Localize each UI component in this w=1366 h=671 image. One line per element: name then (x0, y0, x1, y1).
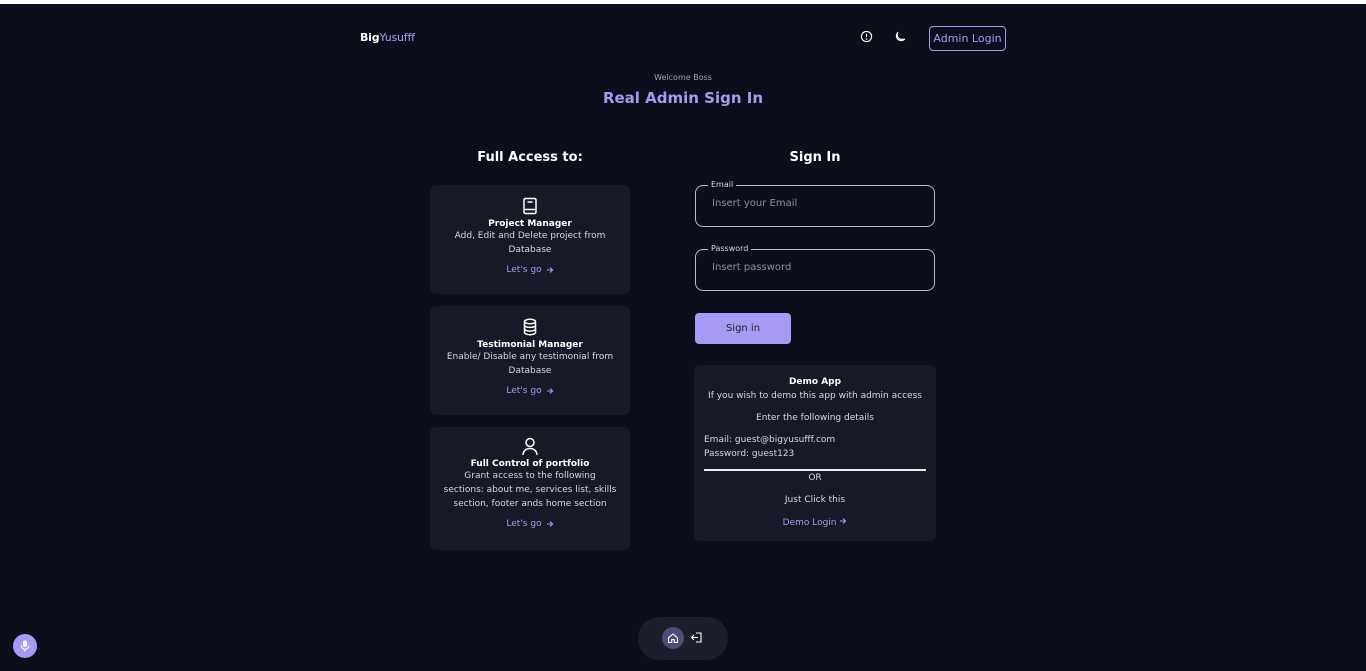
card-description-line: Add, Edit and Delete project from (454, 231, 606, 241)
user-icon (522, 437, 538, 456)
lets-go-link[interactable]: Let's go (506, 265, 553, 275)
card-description-line: sections: about me, services list, skill… (443, 485, 617, 495)
password-label: Password (708, 244, 752, 253)
just-click-text: Just Click this (784, 495, 846, 505)
card-title: Full Control of portfolio (470, 459, 590, 469)
arrow-right-icon (840, 518, 847, 524)
demo-login-link[interactable]: Demo Login (694, 517, 936, 528)
demo-email: Email: guest@bigyusufff.com (704, 435, 836, 445)
demo-title: Demo App (788, 377, 842, 387)
demo-description: If you wish to demo this app with admin … (708, 391, 922, 401)
bottom-nav (638, 617, 728, 660)
lets-go-link[interactable]: Let's go (506, 519, 553, 529)
lets-go-link[interactable]: Let's go (506, 386, 553, 396)
demo-login-label: Demo Login (782, 518, 837, 528)
card-title: Testimonial Manager (477, 340, 583, 350)
arrow-right-icon (546, 267, 553, 273)
password-input[interactable] (712, 262, 922, 273)
microphone-icon (20, 640, 30, 652)
arrow-right-icon (546, 521, 553, 527)
top-strip (0, 0, 1366, 4)
sign-in-title: Sign In (789, 150, 841, 165)
home-icon (667, 633, 679, 644)
testimonial-manager-card: Testimonial Manager Enable/ Disable any … (430, 306, 630, 415)
full-control-card: Full Control of portfolio Grant access t… (430, 427, 630, 550)
microphone-button[interactable] (13, 634, 37, 658)
admin-login-button[interactable]: Admin Login (929, 26, 1006, 51)
logo-part-2: Yusufff (379, 31, 415, 44)
info-icon[interactable] (860, 30, 873, 43)
email-field: Email (695, 180, 935, 227)
demo-instructions: Enter the following details (756, 413, 874, 423)
card-description-line: Grant access to the following (464, 471, 596, 481)
full-access-title: Full Access to: (477, 150, 583, 165)
database-icon (523, 318, 537, 336)
arrow-right-icon (546, 388, 553, 394)
email-label: Email (708, 180, 737, 189)
page-title: Real Admin Sign In (602, 89, 764, 107)
link-label: Let's go (506, 386, 542, 396)
logout-icon[interactable] (690, 631, 703, 644)
demo-app-card: Demo App If you wish to demo this app wi… (694, 365, 936, 541)
card-description-line: section, footer ands home section (453, 499, 607, 509)
moon-icon[interactable] (894, 30, 907, 43)
welcome-text: Welcome Boss (654, 73, 712, 82)
book-icon (523, 197, 537, 215)
link-label: Let's go (506, 519, 542, 529)
project-manager-card: Project Manager Add, Edit and Delete pro… (430, 185, 630, 294)
link-label: Let's go (506, 265, 542, 275)
divider (704, 469, 926, 471)
or-text: OR (808, 473, 822, 483)
home-button[interactable] (662, 627, 684, 649)
sign-in-button[interactable]: Sign in (695, 313, 791, 344)
card-description-line: Database (508, 366, 552, 376)
card-description-line: Enable/ Disable any testimonial from (446, 352, 614, 362)
email-input[interactable] (712, 198, 922, 209)
logo-part-1: Big (360, 31, 380, 44)
logo[interactable]: BigYusufff (360, 31, 415, 44)
password-field: Password (695, 244, 935, 291)
card-description-line: Database (508, 245, 552, 255)
card-title: Project Manager (488, 219, 572, 229)
demo-password: Password: guest123 (704, 449, 795, 459)
